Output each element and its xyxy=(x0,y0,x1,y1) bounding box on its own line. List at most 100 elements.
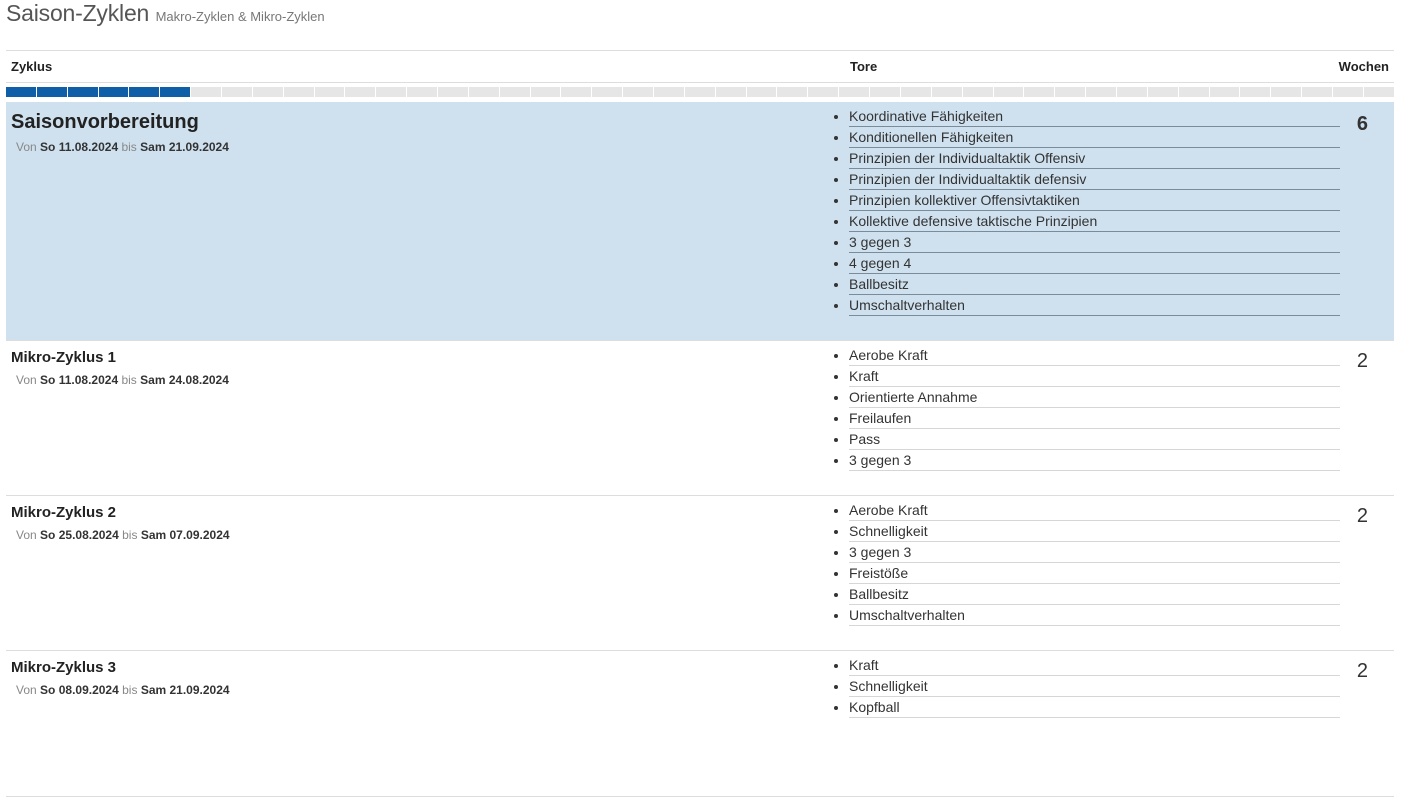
goal-item: Aerobe Kraft xyxy=(849,345,1340,366)
date-from-label: Von xyxy=(16,140,37,154)
goal-item: Aerobe Kraft xyxy=(849,500,1340,521)
progress-segment-empty xyxy=(283,87,314,97)
cycle-date-range: Von So 11.08.2024 bis Sam 24.08.2024 xyxy=(16,373,229,387)
micro-cycle-row[interactable]: Mikro-Zyklus 3 Von So 08.09.2024 bis Sam … xyxy=(6,651,1394,797)
cycle-name[interactable]: Mikro-Zyklus 1 xyxy=(11,349,116,366)
goal-item: Schnelligkeit xyxy=(849,521,1340,542)
goal-item: Ballbesitz xyxy=(849,274,1340,295)
progress-segment-filled xyxy=(98,87,129,97)
column-header-goals[interactable]: Tore xyxy=(850,59,877,74)
progress-segment-empty xyxy=(931,87,962,97)
goal-item: Kopfball xyxy=(849,697,1340,718)
progress-segment-empty xyxy=(1332,87,1363,97)
date-from-label: Von xyxy=(16,683,37,697)
table-body: Saisonvorbereitung Von So 11.08.2024 bis … xyxy=(6,102,1394,797)
goal-item: Prinzipien der Individualtaktik Offensiv xyxy=(849,148,1340,169)
progress-segment-filled xyxy=(67,87,98,97)
goal-item: Umschaltverhalten xyxy=(849,295,1340,316)
progress-segment-empty xyxy=(1116,87,1147,97)
date-to-label: bis xyxy=(122,683,138,697)
date-from-label: Von xyxy=(16,373,37,387)
goal-item: Prinzipien der Individualtaktik defensiv xyxy=(849,169,1340,190)
progress-segment-empty xyxy=(468,87,499,97)
date-from-label: Von xyxy=(16,528,37,542)
progress-segment-empty xyxy=(1271,87,1302,97)
cycle-date-range: Von So 08.09.2024 bis Sam 21.09.2024 xyxy=(16,683,230,697)
progress-segment-empty xyxy=(808,87,839,97)
date-to-label: bis xyxy=(121,373,137,387)
page-title: Saison-Zyklen xyxy=(6,0,150,26)
weeks-count: 2 xyxy=(1356,350,1368,372)
goal-item: Kraft xyxy=(849,366,1340,387)
progress-segment-empty xyxy=(962,87,993,97)
progress-segment-empty xyxy=(1240,87,1271,97)
progress-segment-empty xyxy=(438,87,468,97)
date-to: Sam 24.08.2024 xyxy=(140,373,229,387)
cycle-name[interactable]: Mikro-Zyklus 3 xyxy=(11,659,116,676)
micro-cycle-row[interactable]: Mikro-Zyklus 2 Von So 25.08.2024 bis Sam … xyxy=(6,496,1394,651)
date-from: So 25.08.2024 xyxy=(40,528,119,542)
progress-segment-empty xyxy=(499,87,530,97)
goal-item: Kraft xyxy=(849,655,1340,676)
goal-item: Kollektive defensive taktische Prinzipie… xyxy=(849,211,1340,232)
goal-item: Prinzipien kollektiver Offensivtaktiken xyxy=(849,190,1340,211)
goal-item: Koordinative Fähigkeiten xyxy=(849,106,1340,127)
goal-item: Ballbesitz xyxy=(849,584,1340,605)
weeks-count: 2 xyxy=(1356,505,1368,527)
goal-item: 3 gegen 3 xyxy=(849,542,1340,563)
goal-item: Orientierte Annahme xyxy=(849,387,1340,408)
progress-segment-empty xyxy=(1209,87,1240,97)
cycle-name[interactable]: Mikro-Zyklus 2 xyxy=(11,504,116,521)
micro-cycle-row[interactable]: Mikro-Zyklus 1 Von So 11.08.2024 bis Sam … xyxy=(6,341,1394,496)
goals-list: Aerobe KraftKraftOrientierte AnnahmeFrei… xyxy=(834,345,1340,471)
date-to-label: bis xyxy=(122,528,138,542)
table-header: Zyklus Tore Wochen xyxy=(6,50,1394,83)
progress-segment-empty xyxy=(345,87,376,97)
cycle-name[interactable]: Saisonvorbereitung xyxy=(11,111,199,134)
page-subtitle: Makro-Zyklen & Mikro-Zyklen xyxy=(155,9,325,24)
progress-segment-empty xyxy=(592,87,623,97)
progress-segment-filled xyxy=(6,87,36,97)
progress-segment-empty xyxy=(407,87,438,97)
progress-segment-empty xyxy=(900,87,931,97)
progress-segment-filled xyxy=(129,87,160,97)
progress-segment-empty xyxy=(530,87,561,97)
column-header-weeks[interactable]: Wochen xyxy=(1339,59,1389,74)
progress-segment-empty xyxy=(314,87,345,97)
progress-segment-empty xyxy=(993,87,1024,97)
goal-item: Freistöße xyxy=(849,563,1340,584)
progress-segment-empty xyxy=(715,87,746,97)
goal-item: Freilaufen xyxy=(849,408,1340,429)
goal-item: Umschaltverhalten xyxy=(849,605,1340,626)
goal-item: Pass xyxy=(849,429,1340,450)
weeks-count: 6 xyxy=(1356,113,1368,135)
goals-list: Koordinative FähigkeitenKonditionellen F… xyxy=(834,106,1340,316)
progress-segment-empty xyxy=(222,87,252,97)
goal-item: Konditionellen Fähigkeiten xyxy=(849,127,1340,148)
date-to-label: bis xyxy=(121,140,137,154)
progress-segment-empty xyxy=(1024,87,1055,97)
cycles-table: Zyklus Tore Wochen Saisonvorbereitung Von… xyxy=(6,50,1394,797)
progress-segment-empty xyxy=(1178,87,1209,97)
date-to: Sam 21.09.2024 xyxy=(140,140,229,154)
progress-segment-empty xyxy=(1055,87,1086,97)
cycle-date-range: Von So 25.08.2024 bis Sam 07.09.2024 xyxy=(16,528,230,542)
date-from: So 11.08.2024 xyxy=(40,140,119,154)
progress-segment-empty xyxy=(654,87,684,97)
progress-segment-empty xyxy=(1302,87,1332,97)
progress-segment-empty xyxy=(1363,87,1394,97)
macro-cycle-row[interactable]: Saisonvorbereitung Von So 11.08.2024 bis … xyxy=(6,102,1394,341)
progress-segment-empty xyxy=(839,87,870,97)
progress-segment-empty xyxy=(1086,87,1116,97)
column-header-cycle[interactable]: Zyklus xyxy=(11,59,52,74)
goal-item: 4 gegen 4 xyxy=(849,253,1340,274)
cycle-date-range: Von So 11.08.2024 bis Sam 21.09.2024 xyxy=(16,140,229,154)
progress-segment-empty xyxy=(561,87,592,97)
date-to: Sam 21.09.2024 xyxy=(140,683,230,697)
date-from: So 11.08.2024 xyxy=(40,373,119,387)
date-to: Sam 07.09.2024 xyxy=(140,528,230,542)
progress-segment-empty xyxy=(684,87,715,97)
goals-list: Aerobe KraftSchnelligkeit3 gegen 3Freist… xyxy=(834,500,1340,626)
season-progress-bar xyxy=(6,87,1394,97)
progress-segment-empty xyxy=(777,87,808,97)
